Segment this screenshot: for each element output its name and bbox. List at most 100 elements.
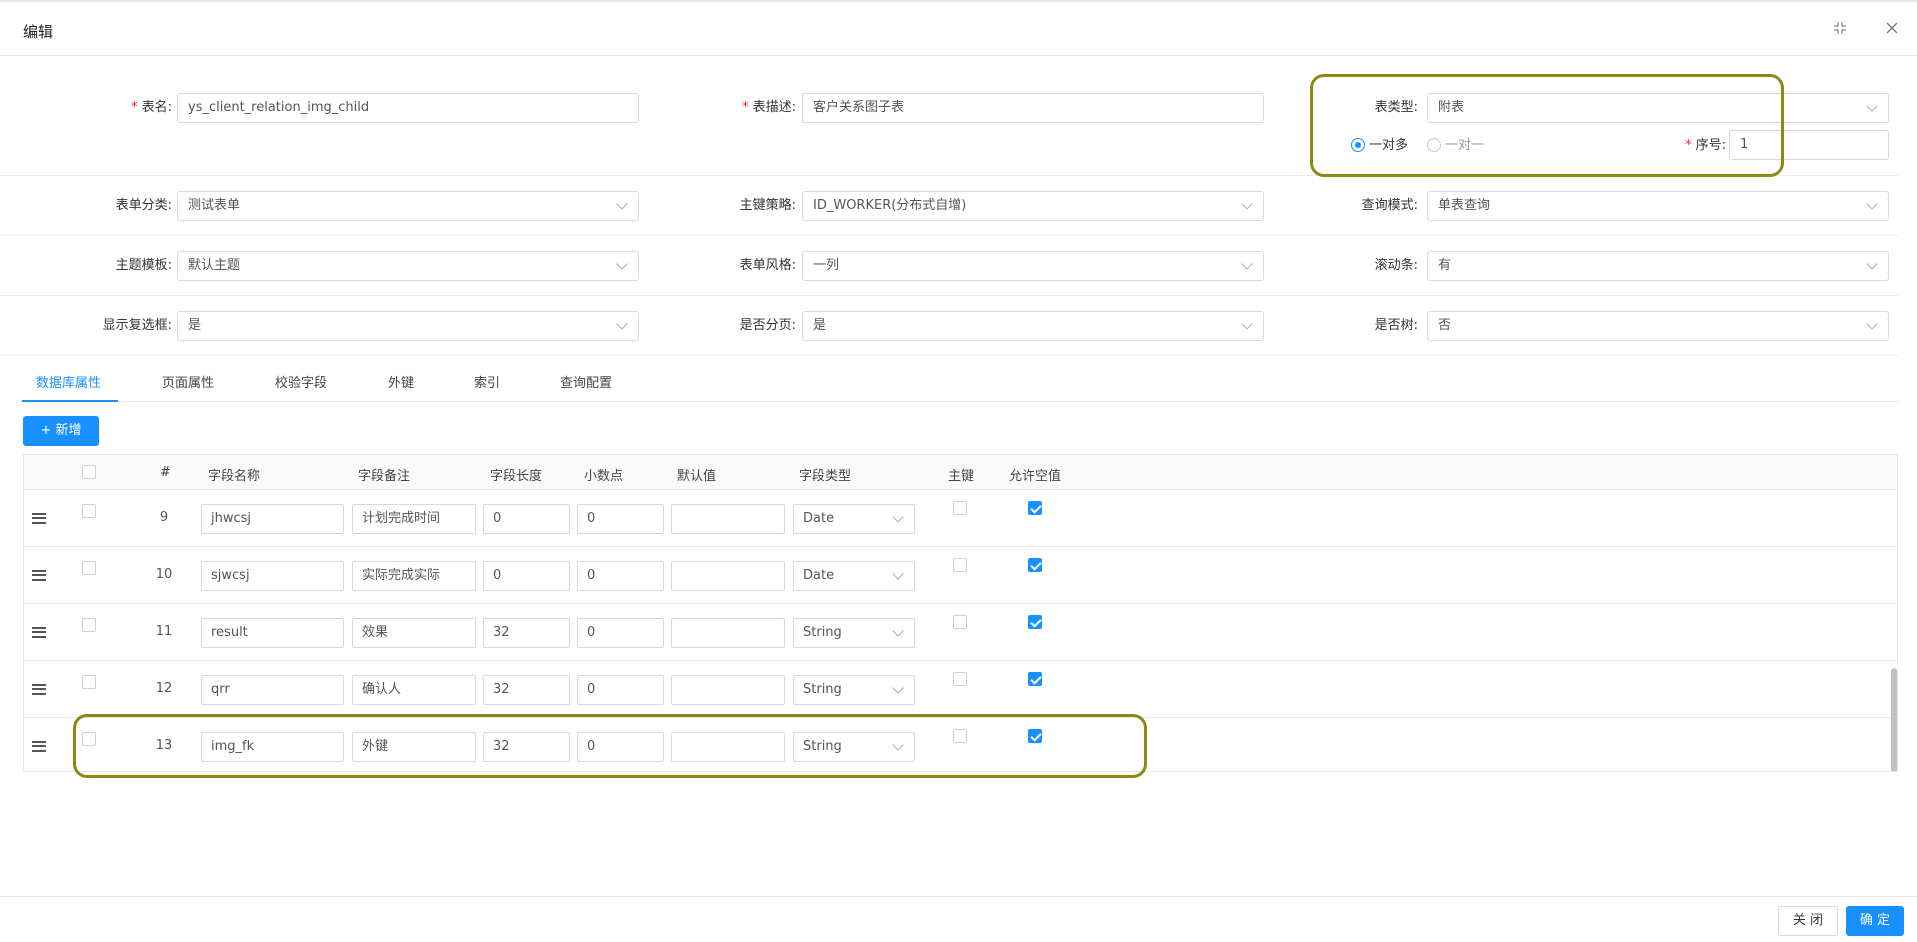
pk-strategy-select[interactable]: ID_WORKER(分布式自增) bbox=[802, 191, 1264, 221]
field-length-input[interactable]: 32 bbox=[483, 618, 570, 648]
row-index: 13 bbox=[155, 738, 173, 753]
table-name-label: * 表名: bbox=[131, 100, 172, 115]
tab-db-attributes[interactable]: 数据库属性 bbox=[36, 372, 101, 391]
default-value-input[interactable] bbox=[671, 732, 785, 762]
decimal-input[interactable]: 0 bbox=[577, 618, 664, 648]
scrollbar-select[interactable]: 有 bbox=[1427, 251, 1889, 281]
field-length-input[interactable]: 0 bbox=[483, 561, 570, 591]
table-header: # 字段名称 字段备注 字段长度 小数点 默认值 字段类型 主键 允许空值 bbox=[24, 455, 1897, 490]
query-mode-select[interactable]: 单表查询 bbox=[1427, 191, 1889, 221]
field-name-input[interactable]: result bbox=[201, 618, 344, 648]
modal-header: 编辑 bbox=[0, 4, 1917, 56]
default-value-input[interactable] bbox=[671, 618, 785, 648]
row-select-checkbox[interactable] bbox=[82, 618, 96, 632]
row-select-checkbox[interactable] bbox=[82, 675, 96, 689]
fields-table: # 字段名称 字段备注 字段长度 小数点 默认值 字段类型 主键 允许空值 9 j… bbox=[23, 454, 1898, 772]
radio-one-to-many[interactable]: 一对多 bbox=[1351, 138, 1408, 154]
radio-dot bbox=[1427, 138, 1441, 152]
tab-query-config[interactable]: 查询配置 bbox=[560, 372, 612, 391]
field-remark-input[interactable]: 外键 bbox=[352, 732, 476, 762]
tab-index[interactable]: 索引 bbox=[474, 372, 500, 391]
table-name-input[interactable]: ys_client_relation_img_child bbox=[177, 93, 639, 123]
show-checkbox-select[interactable]: 是 bbox=[177, 311, 639, 341]
confirm-button[interactable]: 确 定 bbox=[1846, 906, 1904, 936]
decimal-input[interactable]: 0 bbox=[577, 561, 664, 591]
query-mode-label: 查询模式: bbox=[1361, 198, 1418, 213]
radio-one-to-one[interactable]: 一对一 bbox=[1427, 138, 1484, 154]
form-category-select[interactable]: 测试表单 bbox=[177, 191, 639, 221]
drag-handle-icon[interactable] bbox=[32, 570, 46, 581]
tab-page-attributes[interactable]: 页面属性 bbox=[162, 372, 214, 391]
nullable-checkbox[interactable] bbox=[1028, 615, 1042, 629]
close-icon[interactable] bbox=[1882, 20, 1902, 40]
order-label: * 序号: bbox=[1685, 138, 1726, 153]
table-row: 10 sjwcsj 实际完成实际 0 0 Date bbox=[24, 547, 1897, 604]
paging-label: 是否分页: bbox=[739, 318, 796, 333]
field-remark-input[interactable]: 效果 bbox=[352, 618, 476, 648]
field-type-select[interactable]: Date bbox=[793, 561, 915, 591]
table-type-select[interactable]: 附表 bbox=[1427, 93, 1889, 123]
tab-foreign-key[interactable]: 外键 bbox=[388, 372, 414, 391]
table-scrollbar[interactable] bbox=[1891, 668, 1897, 771]
field-remark-input[interactable]: 计划完成时间 bbox=[352, 504, 476, 534]
field-type-select[interactable]: String bbox=[793, 618, 915, 648]
row-select-checkbox[interactable] bbox=[82, 561, 96, 575]
fullscreen-exit-icon[interactable] bbox=[1830, 20, 1850, 40]
field-type-select[interactable]: String bbox=[793, 675, 915, 705]
select-all-checkbox[interactable] bbox=[82, 465, 96, 479]
radio-dot bbox=[1351, 138, 1365, 152]
field-length-input[interactable]: 32 bbox=[483, 675, 570, 705]
field-length-input[interactable]: 0 bbox=[483, 504, 570, 534]
field-type-select[interactable]: String bbox=[793, 732, 915, 762]
field-remark-input[interactable]: 确认人 bbox=[352, 675, 476, 705]
close-button[interactable]: 关 闭 bbox=[1778, 906, 1838, 936]
decimal-input[interactable]: 0 bbox=[577, 732, 664, 762]
form-category-label: 表单分类: bbox=[115, 198, 172, 213]
pk-strategy-label: 主键策略: bbox=[739, 198, 796, 213]
theme-select[interactable]: 默认主题 bbox=[177, 251, 639, 281]
nullable-checkbox[interactable] bbox=[1028, 729, 1042, 743]
add-field-button[interactable]: + 新增 bbox=[23, 416, 99, 446]
primary-key-checkbox[interactable] bbox=[953, 672, 967, 686]
nullable-checkbox[interactable] bbox=[1028, 558, 1042, 572]
is-tree-select[interactable]: 否 bbox=[1427, 311, 1889, 341]
primary-key-checkbox[interactable] bbox=[953, 729, 967, 743]
default-value-input[interactable] bbox=[671, 675, 785, 705]
field-name-input[interactable]: sjwcsj bbox=[201, 561, 344, 591]
field-name-input[interactable]: qrr bbox=[201, 675, 344, 705]
col-field-length: 字段长度 bbox=[490, 469, 543, 484]
table-row: 11 result 效果 32 0 String bbox=[24, 604, 1897, 661]
drag-handle-icon[interactable] bbox=[32, 684, 46, 695]
decimal-input[interactable]: 0 bbox=[577, 504, 664, 534]
decimal-input[interactable]: 0 bbox=[577, 675, 664, 705]
primary-key-checkbox[interactable] bbox=[953, 501, 967, 515]
drag-handle-icon[interactable] bbox=[32, 627, 46, 638]
row-index: 10 bbox=[155, 567, 173, 582]
paging-select[interactable]: 是 bbox=[802, 311, 1264, 341]
show-checkbox-label: 显示复选框: bbox=[102, 318, 172, 333]
field-remark-input[interactable]: 实际完成实际 bbox=[352, 561, 476, 591]
default-value-input[interactable] bbox=[671, 561, 785, 591]
primary-key-checkbox[interactable] bbox=[953, 558, 967, 572]
default-value-input[interactable] bbox=[671, 504, 785, 534]
field-type-select[interactable]: Date bbox=[793, 504, 915, 534]
drag-handle-icon[interactable] bbox=[32, 741, 46, 752]
is-tree-label: 是否树: bbox=[1374, 318, 1418, 333]
row-select-checkbox[interactable] bbox=[82, 732, 96, 746]
order-input[interactable]: 1 bbox=[1729, 130, 1889, 160]
theme-label: 主题模板: bbox=[115, 258, 172, 273]
drag-handle-icon[interactable] bbox=[32, 513, 46, 524]
primary-key-checkbox[interactable] bbox=[953, 615, 967, 629]
table-desc-input[interactable]: 客户关系图子表 bbox=[802, 93, 1264, 123]
col-decimal: 小数点 bbox=[584, 469, 624, 484]
field-length-input[interactable]: 32 bbox=[483, 732, 570, 762]
field-name-input[interactable]: jhwcsj bbox=[201, 504, 344, 534]
table-desc-label: * 表描述: bbox=[742, 100, 796, 115]
nullable-checkbox[interactable] bbox=[1028, 672, 1042, 686]
scrollbar-label: 滚动条: bbox=[1374, 258, 1418, 273]
nullable-checkbox[interactable] bbox=[1028, 501, 1042, 515]
row-select-checkbox[interactable] bbox=[82, 504, 96, 518]
tab-validation-fields[interactable]: 校验字段 bbox=[275, 372, 327, 391]
form-style-select[interactable]: 一列 bbox=[802, 251, 1264, 281]
field-name-input[interactable]: img_fk bbox=[201, 732, 344, 762]
